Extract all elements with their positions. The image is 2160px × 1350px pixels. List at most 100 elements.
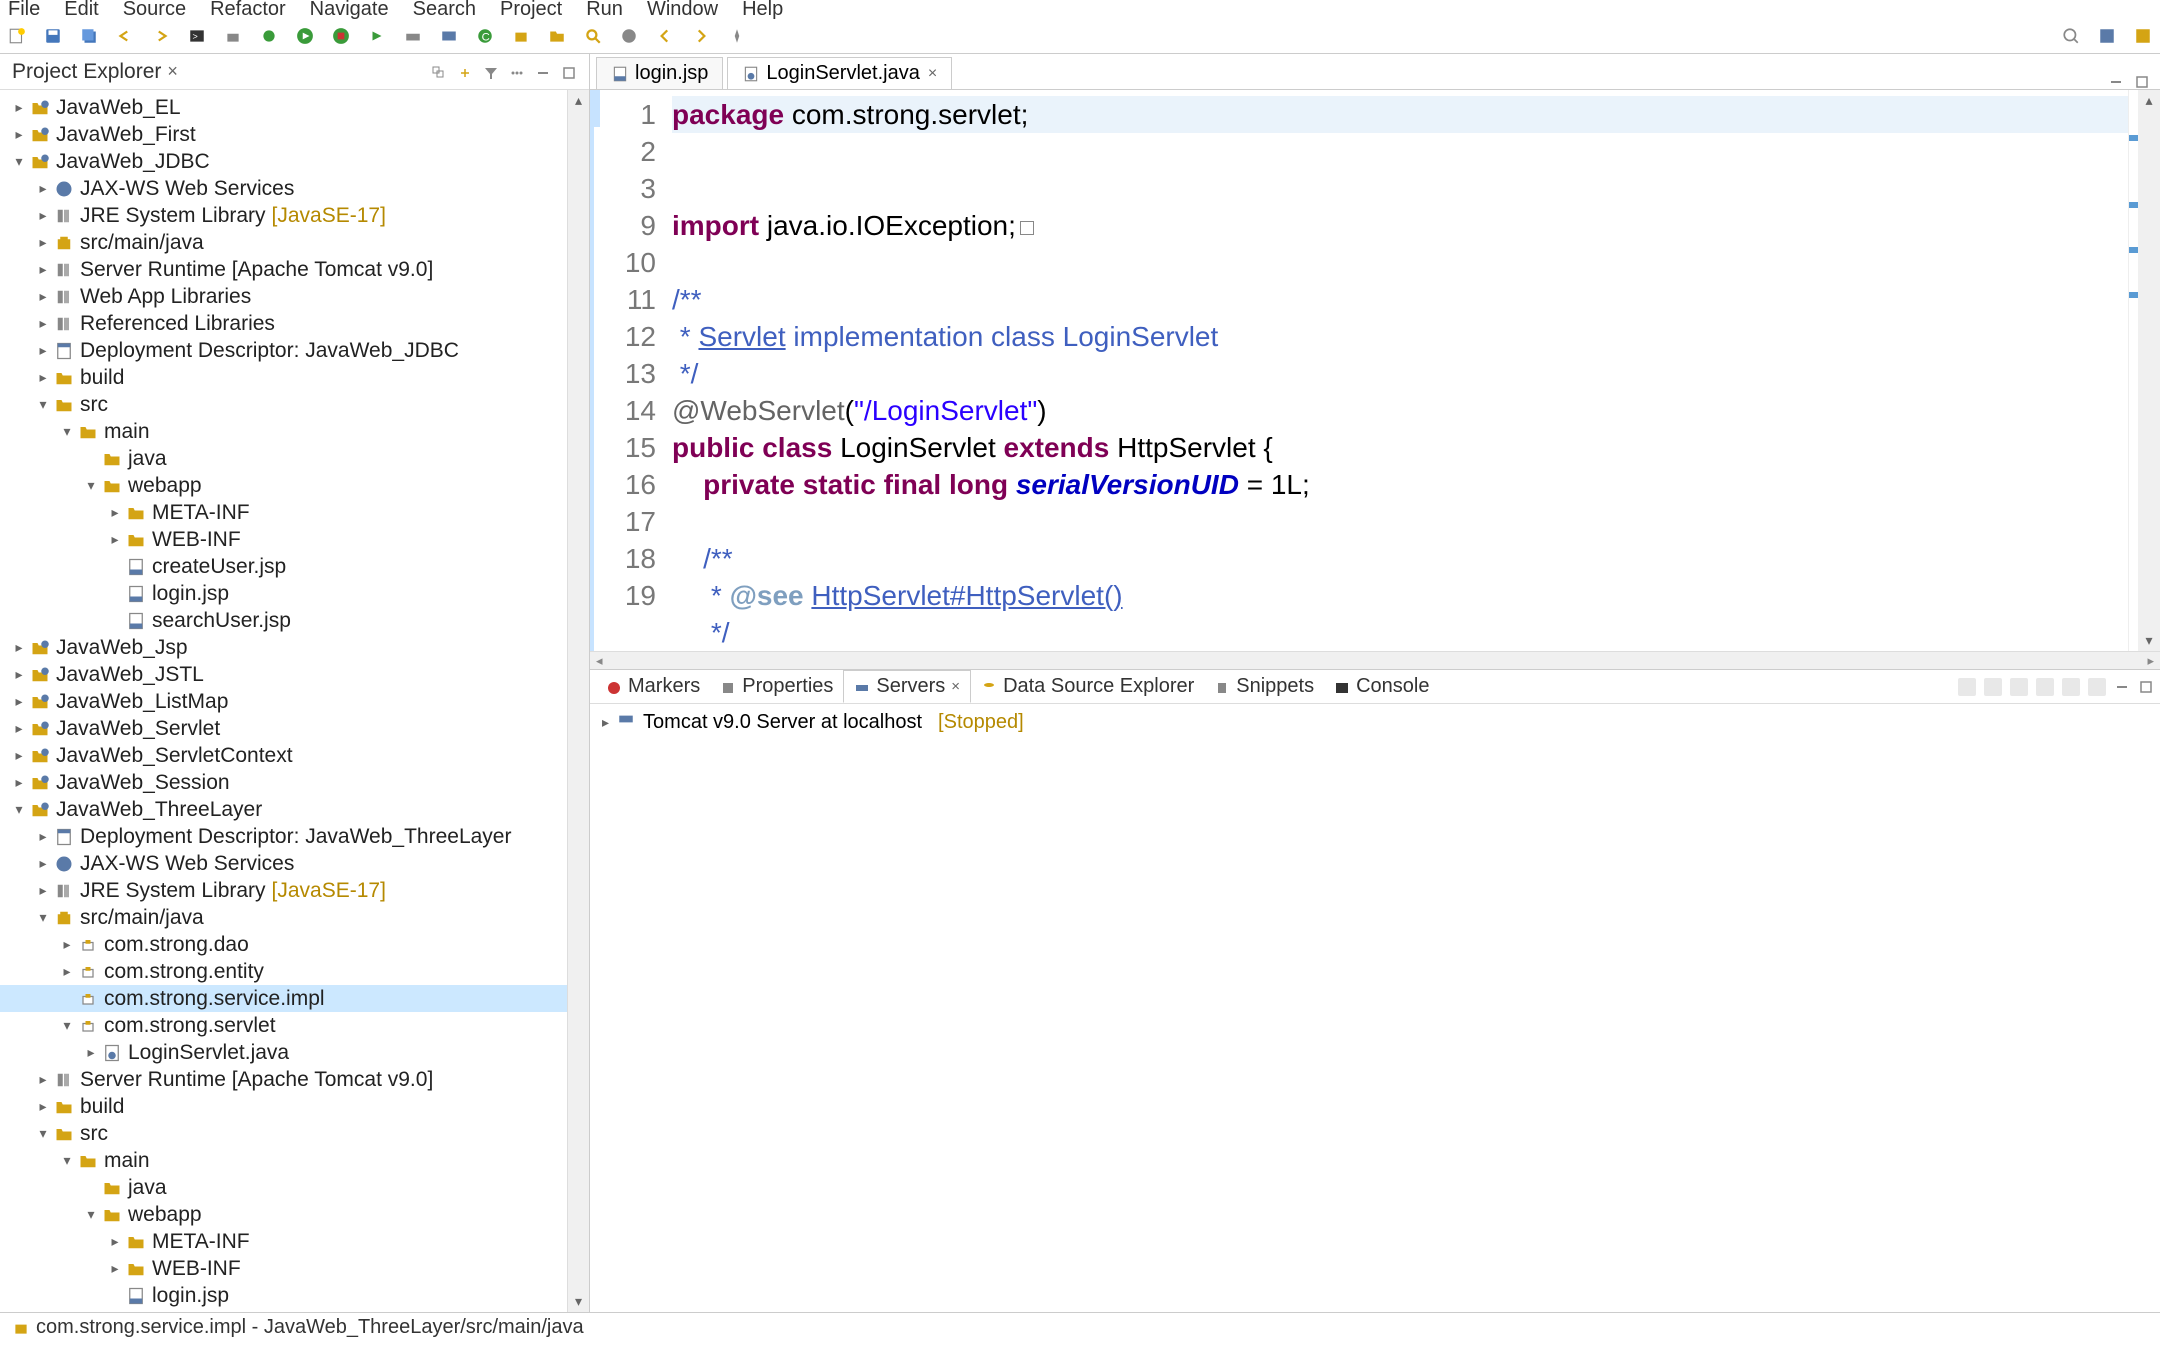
twisty-icon[interactable] [106, 585, 124, 603]
tree-item[interactable]: webapp [0, 1201, 589, 1228]
twisty-icon[interactable] [34, 855, 52, 873]
scroll-down-icon[interactable]: ▾ [2145, 632, 2152, 649]
terminal-icon[interactable]: > [188, 27, 206, 45]
tree-item[interactable]: java [0, 445, 589, 472]
undo-icon[interactable] [116, 27, 134, 45]
tree-item[interactable]: src/main/java [0, 229, 589, 256]
twisty-icon[interactable] [34, 315, 52, 333]
tree-item[interactable]: login.jsp [0, 1282, 589, 1309]
server-icon[interactable] [440, 27, 458, 45]
tree-item[interactable]: com.strong.service.impl [0, 985, 589, 1012]
twisty-icon[interactable] [58, 423, 76, 441]
tree-item[interactable]: JRE System Library[JavaSE-17] [0, 877, 589, 904]
perspective-jee-icon[interactable] [2098, 27, 2116, 45]
twisty-icon[interactable] [106, 612, 124, 630]
twisty-icon[interactable] [106, 558, 124, 576]
twisty-icon[interactable] [82, 1206, 100, 1224]
twisty-icon[interactable] [106, 1233, 124, 1251]
menu-edit[interactable]: Edit [64, 0, 98, 21]
fold-box-icon[interactable] [1020, 221, 1034, 235]
tab-properties[interactable]: Properties [710, 671, 843, 702]
editor-scrollbar[interactable]: ▴ ▾ [2138, 90, 2160, 651]
code-comment-link[interactable]: Servlet [698, 321, 785, 352]
tree-item[interactable]: META-INF [0, 499, 589, 526]
tree-item[interactable]: Referenced Libraries [0, 310, 589, 337]
tree-item[interactable]: createUser.jsp [0, 553, 589, 580]
twisty-icon[interactable] [34, 909, 52, 927]
tree-item[interactable]: main [0, 1147, 589, 1174]
tab-snippets[interactable]: Snippets [1204, 671, 1324, 702]
tree-item[interactable]: JavaWeb_First [0, 121, 589, 148]
menu-navigate[interactable]: Navigate [310, 0, 389, 21]
hscroll-right-icon[interactable]: ▸ [2147, 653, 2154, 669]
twisty-icon[interactable] [10, 153, 28, 171]
menu-search[interactable]: Search [413, 0, 476, 21]
menu-project[interactable]: Project [500, 0, 562, 21]
new-icon[interactable] [8, 27, 26, 45]
twisty-icon[interactable] [82, 450, 100, 468]
twisty-icon[interactable] [106, 531, 124, 549]
twisty-icon[interactable] [82, 1179, 100, 1197]
code-comment-link[interactable]: HttpServlet#HttpServlet() [811, 580, 1122, 611]
tree-item[interactable]: META-INF [0, 1228, 589, 1255]
twisty-icon[interactable] [10, 639, 28, 657]
twisty-icon[interactable] [34, 234, 52, 252]
twisty-icon[interactable] [34, 396, 52, 414]
openfile-icon[interactable] [548, 27, 566, 45]
fwd-icon[interactable] [692, 27, 710, 45]
server-toolbar-debug-icon[interactable] [1958, 678, 1976, 696]
twisty-icon[interactable] [10, 99, 28, 117]
save-icon[interactable] [44, 27, 62, 45]
link-editor-icon[interactable] [457, 64, 473, 80]
twisty-icon[interactable] [34, 261, 52, 279]
redo-icon[interactable] [152, 27, 170, 45]
twisty-icon[interactable] [34, 342, 52, 360]
twisty-icon[interactable] [34, 288, 52, 306]
server-toolbar-publish-icon[interactable] [2062, 678, 2080, 696]
twisty-icon[interactable] [58, 990, 76, 1008]
twisty-icon[interactable] [10, 747, 28, 765]
coverage-icon[interactable] [332, 27, 350, 45]
twisty-icon[interactable] [106, 1287, 124, 1305]
tab-console[interactable]: Console [1324, 671, 1439, 702]
minimize-icon[interactable] [535, 64, 551, 80]
twisty-icon[interactable] [34, 207, 52, 225]
menu-file[interactable]: File [8, 0, 40, 21]
tab-loginservlet-java[interactable]: LoginServlet.java × [727, 57, 952, 89]
maximize-icon[interactable] [561, 64, 577, 80]
twisty-icon[interactable] [34, 1071, 52, 1089]
tree-item[interactable]: LoginServlet.java [0, 1039, 589, 1066]
tree-item[interactable]: JAX-WS Web Services [0, 850, 589, 877]
tree-item[interactable]: searchUser.jsp [0, 607, 589, 634]
editor-body[interactable]: 123910111213141516171819 package com.str… [590, 90, 2160, 651]
tree-item[interactable]: JRE System Library[JavaSE-17] [0, 202, 589, 229]
menu-source[interactable]: Source [123, 0, 186, 21]
tree-item[interactable]: Server Runtime [Apache Tomcat v9.0] [0, 256, 589, 283]
tree-item[interactable]: webapp [0, 472, 589, 499]
twisty-icon[interactable] [34, 882, 52, 900]
tree-item[interactable]: Web App Libraries [0, 283, 589, 310]
twisty-icon[interactable] [10, 693, 28, 711]
tree-item[interactable]: Deployment Descriptor: JavaWeb_ThreeLaye… [0, 823, 589, 850]
debug-icon[interactable] [260, 27, 278, 45]
twisty-icon[interactable] [58, 936, 76, 954]
tree-item[interactable]: src [0, 391, 589, 418]
collapse-all-icon[interactable] [431, 64, 447, 80]
hscroll-left-icon[interactable]: ◂ [596, 653, 603, 669]
tree-item[interactable]: WEB-INF [0, 526, 589, 553]
tree-item[interactable]: main [0, 418, 589, 445]
tree-item[interactable]: java [0, 1174, 589, 1201]
tree-item[interactable]: build [0, 364, 589, 391]
back-icon[interactable] [656, 27, 674, 45]
twisty-icon[interactable] [106, 1260, 124, 1278]
tab-markers[interactable]: Markers [596, 671, 710, 702]
tree-item[interactable]: src/main/java [0, 904, 589, 931]
server-twisty-icon[interactable]: ▸ [602, 714, 609, 731]
menu-window[interactable]: Window [647, 0, 718, 21]
scroll-down-icon[interactable]: ▾ [575, 1293, 582, 1310]
saveall-icon[interactable] [80, 27, 98, 45]
tab-close-icon[interactable]: × [928, 65, 937, 83]
newpkg-icon[interactable] [512, 27, 530, 45]
explorer-close-icon[interactable]: × [167, 61, 178, 82]
tree-item[interactable]: com.strong.servlet [0, 1012, 589, 1039]
